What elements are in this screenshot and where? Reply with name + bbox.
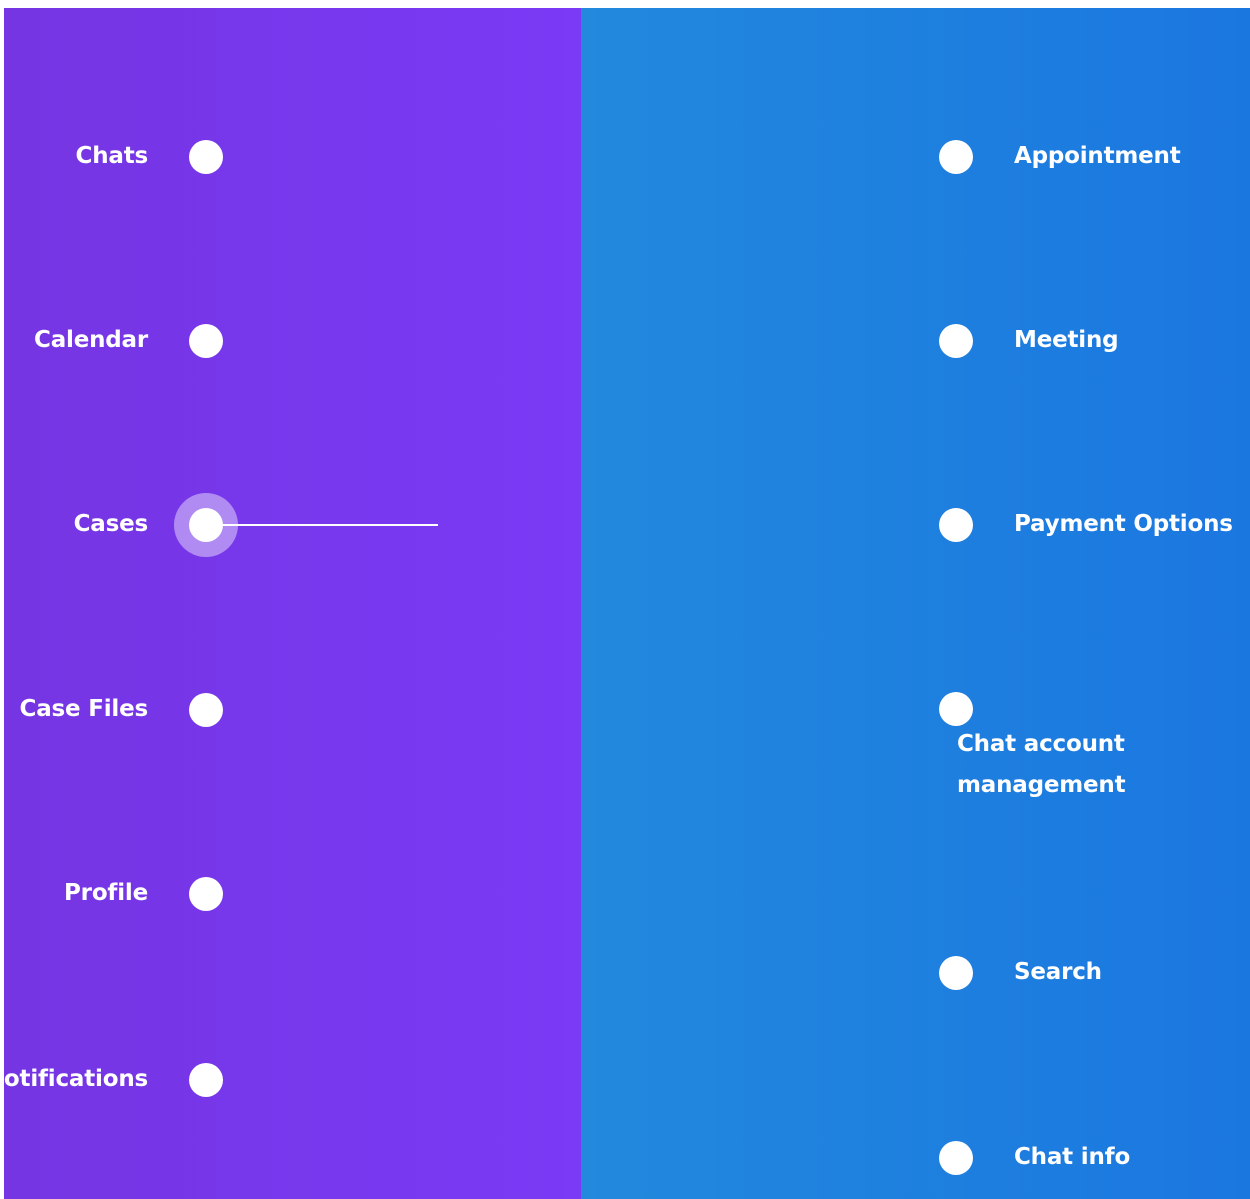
right-menu-item-chat-account-management[interactable]: Chat account management (936, 692, 1236, 822)
right-menu-item-search[interactable]: Search (936, 954, 1236, 994)
left-menu-dot (189, 140, 223, 174)
right-menu-item-meeting[interactable]: Meeting (936, 322, 1236, 362)
left-menu-dot-active (189, 508, 223, 542)
left-menu-label: Chats (75, 143, 149, 169)
left-menu-label: Notifications (4, 1066, 148, 1092)
left-menu-item-chats[interactable]: Chats (4, 138, 224, 178)
right-menu-label-line1: Chat account (957, 731, 1125, 757)
active-connector-line (206, 524, 438, 526)
right-menu-dot (939, 508, 973, 542)
right-menu-dot (939, 324, 973, 358)
menu-map-stage: Chats Calendar Cases Case Files Profile … (0, 0, 1250, 1199)
left-menu-label: Cases (73, 511, 149, 537)
left-menu-item-case-files[interactable]: Case Files (4, 691, 224, 731)
left-menu-dot (189, 1063, 223, 1097)
right-menu-label-line2: management (957, 772, 1126, 798)
right-menu-dot (939, 1141, 973, 1175)
right-menu-dot (939, 692, 973, 726)
right-menu-item-chat-info[interactable]: Chat info (936, 1139, 1236, 1179)
right-menu-label: Chat info (1014, 1144, 1131, 1170)
right-menu-dot (939, 956, 973, 990)
left-menu-label: Case Files (19, 696, 149, 722)
right-menu-item-appointment[interactable]: Appointment (936, 138, 1236, 178)
left-menu-label: Profile (64, 880, 148, 906)
right-menu-label: Search (1014, 959, 1102, 985)
left-menu-dot (189, 877, 223, 911)
left-menu-label: Calendar (34, 327, 148, 353)
left-menu-panel: Chats Calendar Cases Case Files Profile … (4, 8, 581, 1199)
right-menu-dot (939, 140, 973, 174)
left-menu-dot (189, 324, 223, 358)
left-menu-item-notifications[interactable]: Notifications (4, 1061, 224, 1101)
right-menu-label: Appointment (1014, 143, 1181, 169)
right-menu-panel: Appointment Meeting Payment Options Chat… (581, 8, 1250, 1199)
left-menu-item-profile[interactable]: Profile (4, 875, 224, 915)
right-menu-label: Meeting (1014, 327, 1119, 353)
left-menu-dot (189, 693, 223, 727)
left-menu-item-calendar[interactable]: Calendar (4, 322, 224, 362)
right-menu-item-payment-options[interactable]: Payment Options (936, 506, 1246, 546)
right-menu-label: Payment Options (1014, 511, 1233, 537)
left-menu-item-cases[interactable]: Cases (4, 506, 444, 546)
